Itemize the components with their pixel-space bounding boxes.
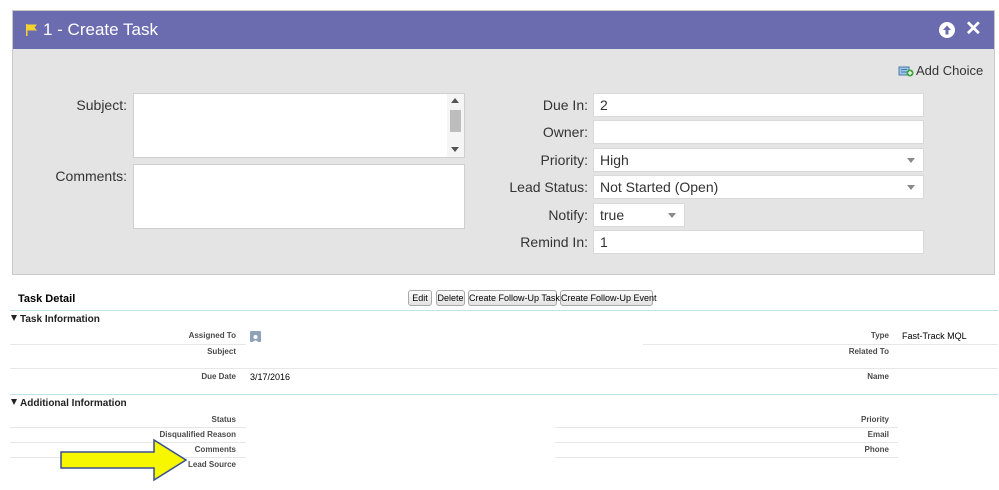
owner-label: Owner: [542,124,588,140]
row-divider [10,368,998,369]
edit-button[interactable]: Edit [408,290,432,306]
assigned-to-label: Assigned To [188,331,236,340]
arrow-up-icon[interactable] [939,22,955,38]
row-divider [555,427,898,428]
add-choice-label: Add Choice [916,63,984,78]
subject-textarea[interactable] [133,93,465,158]
notify-label: Notify: [548,207,588,223]
row-divider [643,344,998,345]
close-icon[interactable]: ✕ [965,19,982,39]
section-divider [10,310,998,311]
scroll-thumb[interactable] [450,110,461,132]
row-divider [555,442,898,443]
row-divider [10,344,246,345]
arrow-annotation [60,438,188,482]
add-choice-icon [898,66,914,76]
user-icon[interactable] [250,331,261,343]
remind-in-label: Remind In: [520,234,588,250]
priority-select[interactable]: High [593,148,924,172]
related-to-label: Related To [848,347,889,356]
email-label: Email [867,430,889,439]
create-follow-up-event-button[interactable]: Create Follow-Up Event [560,290,657,306]
collapse-triangle-icon [11,315,17,321]
lead-status-label: Lead Status: [509,179,588,195]
section-divider [10,394,998,395]
additional-information-heading[interactable]: Additional Information [11,398,127,409]
type-label: Type [870,331,889,340]
collapse-triangle-icon [11,399,17,405]
delete-button[interactable]: Delete [436,290,465,306]
phone-label: Phone [864,445,889,454]
add-choice-button[interactable]: Add Choice [898,63,983,78]
create-task-dialog: 1 - Create Task ✕ Add Choice Subject: Co… [12,10,995,275]
subject-detail-label: Subject [207,347,236,356]
lead-status-select[interactable]: Not Started (Open) [593,175,924,199]
chevron-down-icon [907,185,915,190]
flag-icon [26,24,37,36]
comments-label: Comments: [55,168,127,184]
task-information-heading[interactable]: Task Information [11,314,100,325]
comments-detail-label: Comments [194,445,236,454]
notify-select[interactable]: true [593,203,685,227]
row-divider [555,457,898,458]
subject-scrollbar[interactable] [447,94,464,157]
notify-value: true [600,207,625,223]
lead-status-value: Not Started (Open) [600,179,719,195]
subject-label: Subject: [76,97,127,113]
lead-source-label: Lead Source [187,460,236,469]
create-follow-up-task-button[interactable]: Create Follow-Up Task [468,290,560,306]
row-divider [10,427,246,428]
name-label: Name [867,372,889,381]
due-date-label: Due Date [201,372,236,381]
remind-in-input[interactable]: 1 [593,230,924,254]
dialog-title: 1 - Create Task [43,20,158,39]
due-in-input[interactable]: 2 [593,93,924,117]
due-date-value: 3/17/2016 [250,372,291,382]
scroll-up-icon[interactable] [451,98,459,103]
due-in-label: Due In: [542,97,588,113]
comments-textarea[interactable] [133,164,465,229]
owner-input[interactable] [593,120,924,144]
dialog-header: 1 - Create Task ✕ [13,11,994,49]
type-value: Fast-Track MQL [902,331,967,341]
task-detail-title: Task Detail [18,293,76,305]
chevron-down-icon [907,158,915,163]
priority-value: High [600,152,629,168]
chevron-down-icon [668,213,676,218]
status-label: Status [211,415,236,424]
priority-detail-label: Priority [860,415,889,424]
priority-label: Priority: [540,152,588,168]
scroll-down-icon[interactable] [451,147,459,152]
